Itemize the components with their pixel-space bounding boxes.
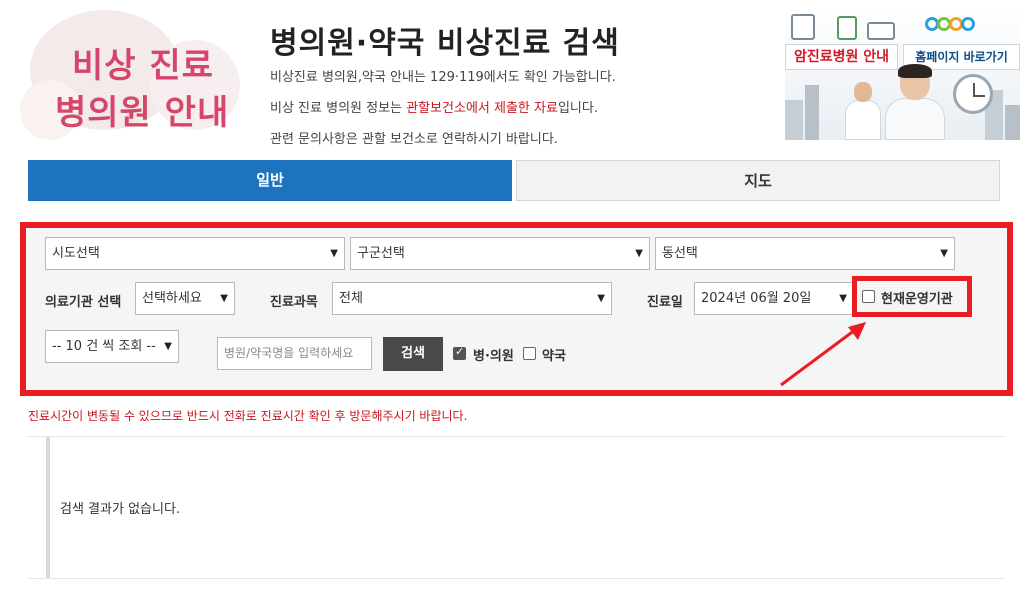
divider [28,578,1005,579]
chevron-down-icon: ▼ [330,248,338,259]
divider [28,436,1005,437]
institution-label: 의료기관 선택 [45,295,122,310]
name-search-input[interactable]: 병원/약국명을 입력하세요 [217,337,372,370]
search-button[interactable]: 검색 [383,337,443,371]
header-desc-3: 관련 문의사항은 관할 보건소로 연락하시기 바랍니다. [270,132,558,147]
chevron-down-icon: ▼ [839,293,847,304]
institution-select[interactable]: 선택하세요 ▼ [135,282,235,315]
page-title: 병의원·약국 비상진료 검색 [270,26,620,61]
pharmacy-checkbox[interactable] [523,347,536,360]
sido-select[interactable]: 시도선택 ▼ [45,237,345,270]
result-accent-bar [46,437,50,579]
chevron-down-icon: ▼ [220,293,228,304]
hospital-checkbox[interactable] [453,345,466,360]
hospital-icon [791,14,815,40]
empty-results-message: 검색 결과가 없습니다. [60,502,181,517]
dong-select[interactable]: 동선택 ▼ [655,237,955,270]
chevron-down-icon: ▼ [597,293,605,304]
tab-map[interactable]: 지도 [516,160,1000,201]
emergency-care-logo: 비상 진료 병의원 안내 [0,0,255,145]
open-now-highlight: 현재운영기관 [852,276,972,317]
search-panel: 시도선택 ▼ 구군선택 ▼ 동선택 ▼ 의료기관 선택 선택하세요 ▼ 진료과목 전체 ▼… [20,222,1013,396]
pharmacy-checkbox-label[interactable]: 약국 [542,345,566,364]
page-size-select[interactable]: -- 10 건 씩 조회 -- ▼ [45,330,179,363]
pharmacy-icon [837,16,857,40]
date-select[interactable]: 2024년 06월 20일 ▼ [694,282,854,315]
chevron-down-icon: ▼ [635,248,643,259]
department-select[interactable]: 전체 ▼ [332,282,612,315]
open-now-label[interactable]: 현재운영기관 [881,288,953,307]
cancer-hospital-link[interactable]: 암진료병원 안내 [785,44,898,70]
header-desc-source: 관할보건소에서 제출한 자료 [406,101,558,116]
promo-banner: 암진료병원 안내 홈페이지 바로가기 [785,10,1020,140]
header-desc-2: 비상 진료 병의원 정보는 관할보건소에서 제출한 자료입니다. [270,101,598,116]
hospital-checkbox-label[interactable]: 병·의원 [473,345,514,364]
ambulance-icon [867,22,895,40]
header-desc-1: 비상진료 병의원,약국 안내는 129·119에서도 확인 가능합니다. [270,70,616,85]
notice-text: 진료시간이 변동될 수 있으므로 반드시 전화로 진료시간 확인 후 방문해주시… [28,409,468,423]
gugun-select[interactable]: 구군선택 ▼ [350,237,650,270]
logo-line1: 비상 진료 [72,46,214,86]
open-now-checkbox[interactable] [862,290,875,303]
doctor-figure-icon [885,64,945,140]
chevron-down-icon: ▼ [940,248,948,259]
department-label: 진료과목 [270,295,318,310]
date-label: 진료일 [647,295,683,310]
health-logo-icon [925,16,987,40]
tab-general[interactable]: 일반 [28,160,512,201]
chevron-down-icon: ▼ [164,341,172,352]
doctor-figure-icon [845,82,881,140]
clock-icon [953,74,993,114]
logo-line2: 병의원 안내 [55,93,230,133]
